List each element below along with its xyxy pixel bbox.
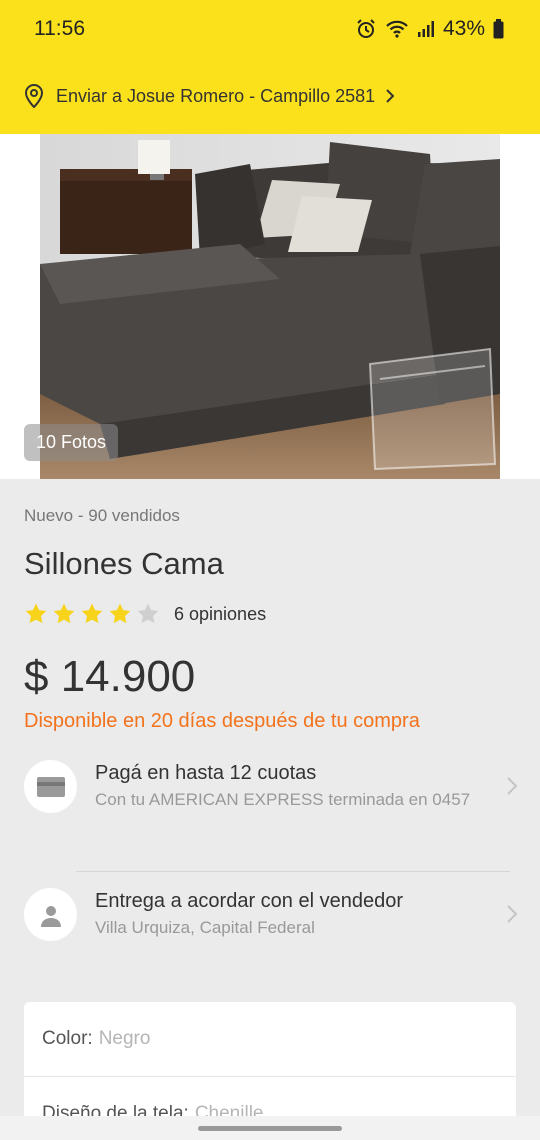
rating-stars [24,602,160,626]
ship-to-bar[interactable]: Enviar a Josue Romero - Campillo 2581 [0,58,540,134]
reviews-count: 6 opiniones [174,603,267,624]
wifi-icon [385,19,409,39]
product-condition: Nuevo - 90 vendidos [24,506,180,525]
ship-to-label: Enviar a Josue Romero - Campillo 2581 [56,85,376,106]
payment-subtitle: Con tu AMERICAN EXPRESS terminada en 045… [95,790,471,809]
star-filled-icon [81,603,103,624]
spec-key: Color: [42,1028,93,1049]
spec-row-color: Color: Negro [24,1002,516,1077]
divider [76,871,510,872]
person-icon [24,888,77,941]
battery-percent: 43% [442,17,485,40]
credit-card-icon [24,760,77,813]
status-bar: 11:56 43% [0,0,540,58]
chevron-right-icon [385,89,395,103]
product-price: $ 14.900 [24,652,196,701]
chevron-right-icon [506,904,518,929]
product-title: Sillones Cama [24,546,224,581]
availability-notice: Disponible en 20 días después de tu comp… [24,710,420,732]
delivery-subtitle: Villa Urquiza, Capital Federal [95,918,315,937]
payment-option-row[interactable]: Pagá en hasta 12 cuotas Con tu AMERICAN … [24,760,518,813]
spec-value: Negro [98,1028,151,1049]
photo-count-label: 10 Fotos [36,432,107,452]
signal-icon [417,20,435,38]
status-icons: 43% [355,17,504,41]
delivery-title: Entrega a acordar con el vendedor [95,890,403,912]
star-filled-icon [25,603,47,624]
payment-title: Pagá en hasta 12 cuotas [95,762,317,784]
delivery-option-row[interactable]: Entrega a acordar con el vendedor Villa … [24,888,518,941]
chevron-right-icon [506,776,518,801]
navigation-bar [0,1116,540,1140]
star-filled-icon [53,603,75,624]
location-pin-icon [24,84,44,108]
status-time: 11:56 [34,17,85,40]
star-empty-icon [137,603,159,624]
alarm-icon [355,18,377,40]
home-indicator[interactable] [198,1126,342,1131]
star-filled-icon [109,603,131,624]
battery-icon [493,19,504,39]
photo-count-badge: 10 Fotos [24,424,119,461]
rating[interactable]: 6 opiniones [24,602,266,626]
